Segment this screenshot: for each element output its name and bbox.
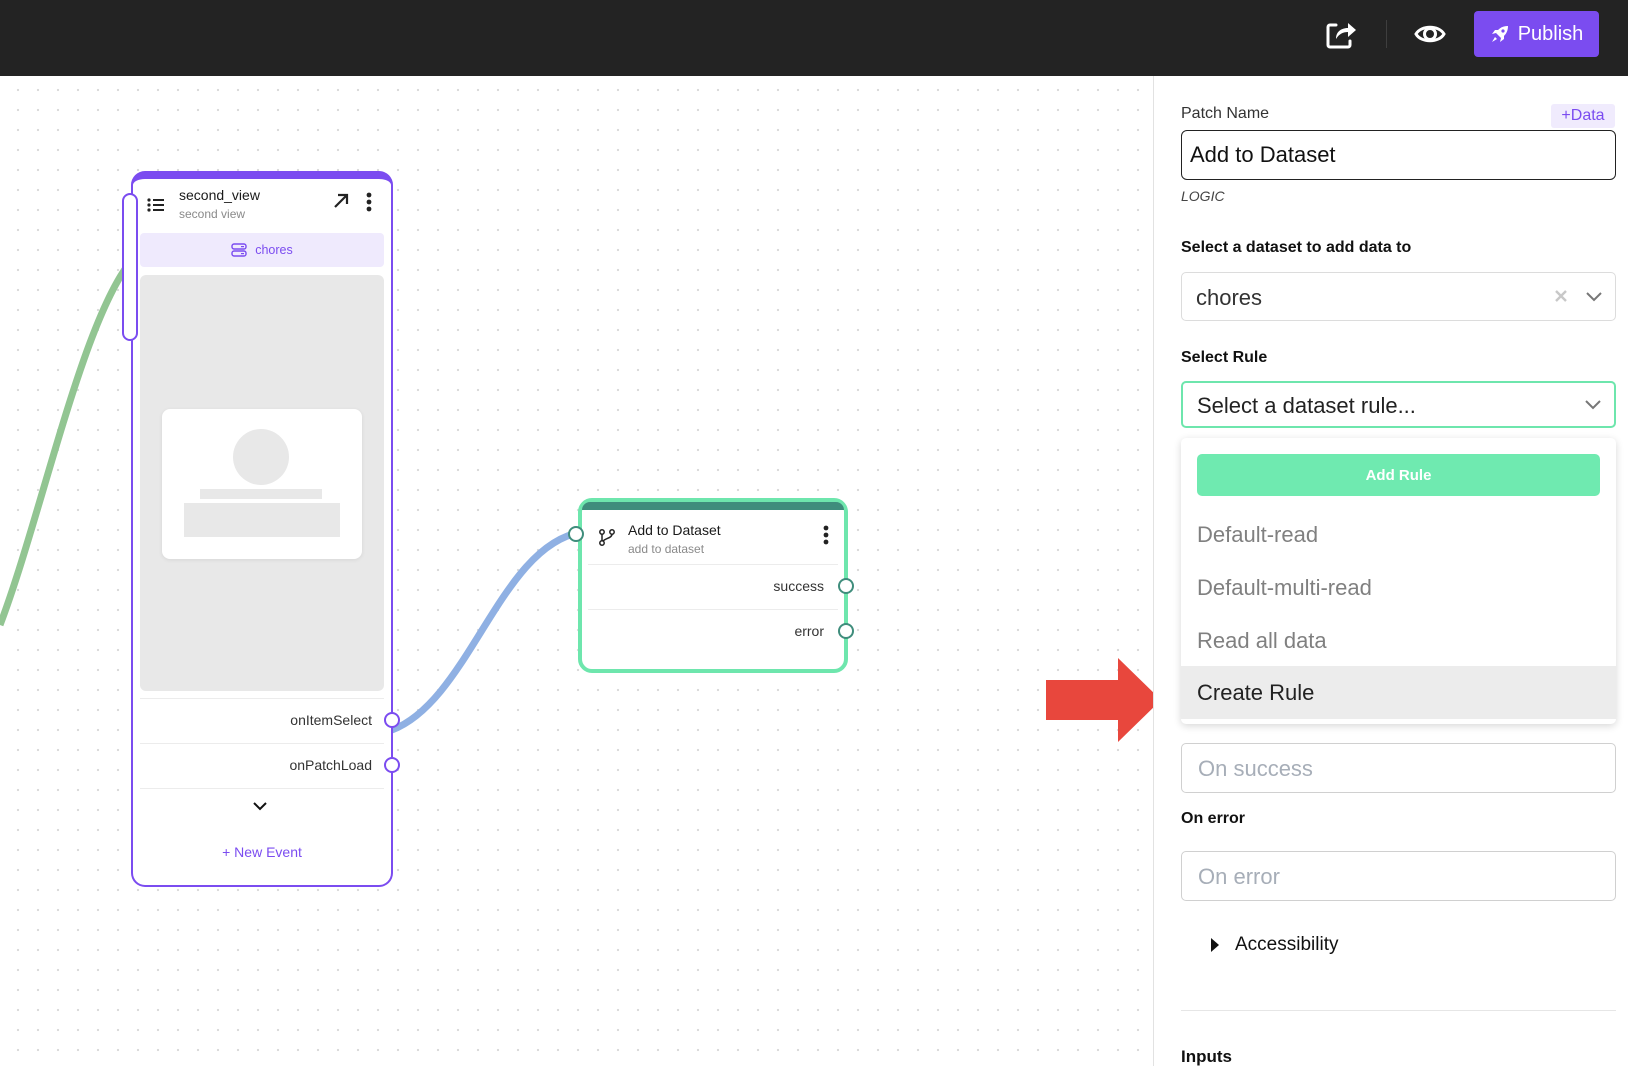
event-label: onPatchLoad	[289, 757, 372, 773]
screen-preview	[140, 275, 384, 691]
output-port-error[interactable]	[838, 623, 854, 639]
screen-node-header: second_view second view	[133, 183, 391, 227]
on-error-input[interactable]: On error	[1181, 851, 1616, 901]
chevron-down-icon[interactable]	[252, 801, 268, 811]
more-options-icon[interactable]	[822, 524, 830, 546]
logic-node[interactable]: Add to Dataset add to dataset success er…	[568, 498, 854, 673]
rule-option-highlighted[interactable]: Create Rule	[1181, 666, 1616, 719]
add-rule-button[interactable]: Add Rule	[1197, 454, 1600, 496]
screen-node-subtitle: second view	[179, 207, 246, 221]
logic-input-port[interactable]	[568, 526, 584, 542]
rule-select-placeholder: Select a dataset rule...	[1197, 393, 1416, 418]
caret-right-icon	[1211, 938, 1219, 952]
publish-button[interactable]: Publish	[1474, 11, 1599, 57]
dataset-badge[interactable]: chores	[140, 233, 384, 267]
list-icon	[147, 198, 164, 212]
event-row: onPatchLoad	[140, 743, 384, 788]
text-placeholder	[184, 503, 340, 537]
event-port-onItemSelect[interactable]	[384, 712, 400, 728]
new-event-button[interactable]: + New Event	[133, 844, 391, 860]
text-placeholder	[200, 489, 322, 499]
output-label: error	[794, 623, 824, 639]
output-row: error	[588, 609, 838, 654]
patch-type-label: LOGIC	[1181, 188, 1225, 204]
database-icon	[231, 243, 247, 257]
preview-card-placeholder	[162, 409, 362, 559]
rocket-icon	[1491, 26, 1508, 42]
on-error-label: On error	[1181, 810, 1246, 827]
divider	[140, 788, 384, 789]
rule-select-label: Select Rule	[1181, 349, 1268, 366]
event-port-onPatchLoad[interactable]	[384, 757, 400, 773]
output-port-success[interactable]	[838, 578, 854, 594]
eye-icon[interactable]	[1413, 17, 1447, 51]
screen-node[interactable]: second_view second view chores onItemSel…	[131, 171, 400, 887]
dataset-select[interactable]: chores	[1181, 272, 1616, 321]
rule-option[interactable]: Default-multi-read	[1181, 561, 1616, 614]
more-options-icon[interactable]	[365, 191, 373, 213]
event-label: onItemSelect	[290, 712, 372, 728]
rule-select[interactable]: Select a dataset rule...	[1181, 381, 1616, 428]
logic-node-title: Add to Dataset	[628, 522, 721, 538]
dataset-select-label: Select a dataset to add data to	[1181, 239, 1412, 256]
output-label: success	[773, 578, 824, 594]
chevron-down-icon[interactable]	[1584, 397, 1602, 411]
publish-label: Publish	[1517, 22, 1584, 45]
screen-node-title: second_view	[179, 187, 260, 203]
accessibility-label: Accessibility	[1235, 934, 1339, 955]
rule-option[interactable]: Read all data	[1181, 614, 1616, 667]
dataset-name: chores	[255, 243, 293, 257]
accessibility-toggle[interactable]: Accessibility	[1209, 934, 1338, 956]
dataset-select-value: chores	[1196, 285, 1263, 310]
logic-node-topbar	[582, 502, 844, 510]
patch-name-input[interactable]	[1181, 130, 1616, 180]
rule-dropdown-menu: Add Rule Default-read Default-multi-read…	[1181, 438, 1616, 724]
connection-wire-green	[0, 262, 131, 627]
input-port-handle[interactable]	[122, 193, 138, 341]
avatar-placeholder	[233, 429, 289, 485]
branch-icon	[599, 529, 615, 546]
chevron-down-icon[interactable]	[1585, 289, 1603, 303]
properties-panel: Patch Name +Data LOGIC Select a dataset …	[1153, 76, 1628, 1066]
share-icon[interactable]	[1324, 17, 1358, 51]
toolbar-divider	[1386, 20, 1387, 48]
clear-icon[interactable]	[1553, 288, 1569, 304]
output-row: success	[588, 564, 838, 609]
add-data-button[interactable]: +Data	[1551, 104, 1615, 128]
open-screen-icon[interactable]	[331, 191, 351, 211]
connection-wire-blue	[390, 528, 583, 734]
inputs-heading: Inputs	[1181, 1047, 1232, 1066]
event-row: onItemSelect	[140, 698, 384, 743]
logic-node-subtitle: add to dataset	[628, 542, 705, 556]
section-divider	[1181, 1010, 1616, 1011]
patch-name-label: Patch Name	[1181, 105, 1270, 122]
on-success-input[interactable]: On success	[1181, 743, 1616, 793]
annotation-arrow	[1046, 658, 1161, 742]
rule-option[interactable]: Default-read	[1181, 508, 1616, 561]
